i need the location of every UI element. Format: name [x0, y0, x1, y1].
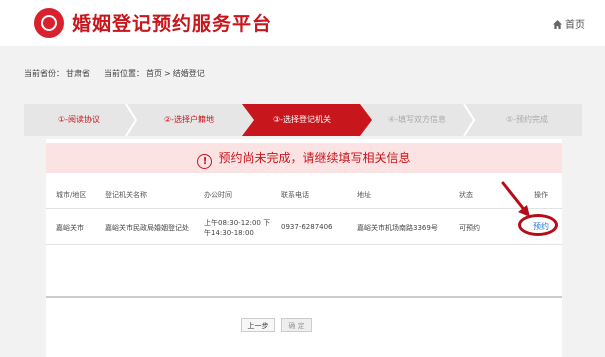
alert-text: 预约尚未完成，请继续填写相关信息	[218, 151, 411, 165]
cell-address: 嘉峪关市机场南路3369号	[357, 224, 438, 232]
step-select-household: ②-选择户籍地	[163, 115, 215, 124]
col-status: 状态	[459, 191, 473, 199]
province-value[interactable]: 甘肃省	[66, 69, 90, 78]
warning-circle-icon: !	[197, 154, 213, 169]
step-complete: ⑤-预约完成	[505, 115, 549, 124]
cell-city: 嘉峪关市	[56, 224, 84, 232]
col-address: 地址	[357, 191, 371, 199]
previous-step-button[interactable]: 上一步	[241, 318, 275, 332]
cell-hours-line1: 上午08:30-12:00 下	[204, 219, 271, 227]
breadcrumb-home[interactable]: 首页	[146, 69, 162, 78]
breadcrumb: 当前省份： 甘肃省 当前位置： 首页 > 结婚登记	[24, 68, 207, 79]
step-fill-info: ④-填写双方信息	[387, 115, 447, 124]
table-divider	[46, 208, 562, 209]
col-phone: 联系电话	[281, 191, 309, 199]
confirm-button[interactable]: 确 定	[281, 318, 312, 332]
col-city: 城市/地区	[56, 191, 87, 199]
breadcrumb-current: 结婚登记	[172, 69, 205, 78]
cell-office: 嘉峪关市民政局婚姻登记处	[105, 224, 189, 232]
col-hours: 办公时间	[204, 191, 232, 199]
annotation-circle	[518, 214, 558, 236]
step-select-office: ③-选择登记机关	[272, 115, 332, 124]
step-read-agreement: ①-阅读协议	[57, 115, 101, 124]
home-link[interactable]: 首页	[553, 16, 585, 31]
home-label: 首页	[565, 20, 585, 31]
breadcrumb-separator: >	[164, 69, 171, 78]
cell-hours-line2: 午14:30-18:00	[204, 229, 254, 237]
cell-status: 可预约	[459, 224, 480, 232]
position-label: 当前位置：	[104, 69, 144, 78]
row-divider	[46, 244, 562, 245]
top-header: 婚姻登记预约服务平台 首页	[0, 0, 605, 46]
step-progress-bar: ①-阅读协议 ②-选择户籍地 ③-选择登记机关 ④-填写双方信息 ⑤-预约完成	[24, 104, 582, 136]
col-action: 操作	[534, 191, 548, 199]
col-office: 登记机关名称	[105, 191, 147, 199]
cell-phone: 0937-6287406	[281, 223, 333, 231]
site-title: 婚姻登记预约服务平台	[72, 13, 273, 35]
horizontal-scrollbar[interactable]	[46, 296, 562, 298]
platform-logo	[34, 8, 64, 38]
province-label: 当前省份：	[24, 69, 64, 78]
home-icon	[553, 20, 562, 29]
incomplete-alert: ! 预约尚未完成，请继续填写相关信息	[46, 143, 562, 173]
